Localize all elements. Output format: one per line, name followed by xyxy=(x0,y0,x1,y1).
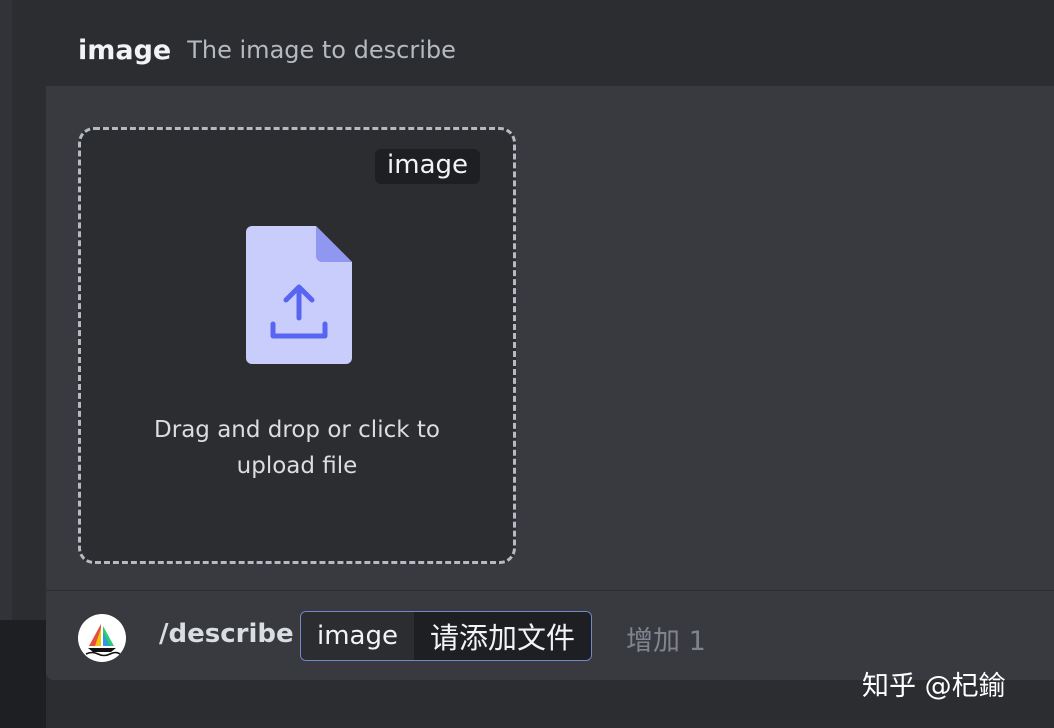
image-parameter-pill[interactable]: image 请添加文件 xyxy=(300,611,592,661)
increase-label[interactable]: 增加 1 xyxy=(626,619,706,658)
command-name: /describe xyxy=(159,619,294,649)
boat-icon xyxy=(85,624,121,657)
midjourney-boat-icon xyxy=(78,614,126,662)
command-options-panel: image The image to describe image Drag a… xyxy=(46,14,1054,680)
file-upload-icon xyxy=(246,226,352,364)
file-dropzone[interactable]: image Drag and drop or click to upload f… xyxy=(78,127,516,564)
dropzone-tag: image xyxy=(375,149,480,184)
parameter-name: image xyxy=(301,612,414,660)
option-header: image The image to describe xyxy=(46,14,1054,86)
option-name: image xyxy=(78,34,172,66)
side-strip-bottom xyxy=(0,620,46,728)
watermark: 知乎 @杞鍮 xyxy=(862,671,1006,702)
dropzone-text: Drag and drop or click to upload file xyxy=(154,417,440,479)
option-description: The image to describe xyxy=(187,36,456,64)
side-strip xyxy=(0,0,12,620)
parameter-value[interactable]: 请添加文件 xyxy=(413,612,591,660)
